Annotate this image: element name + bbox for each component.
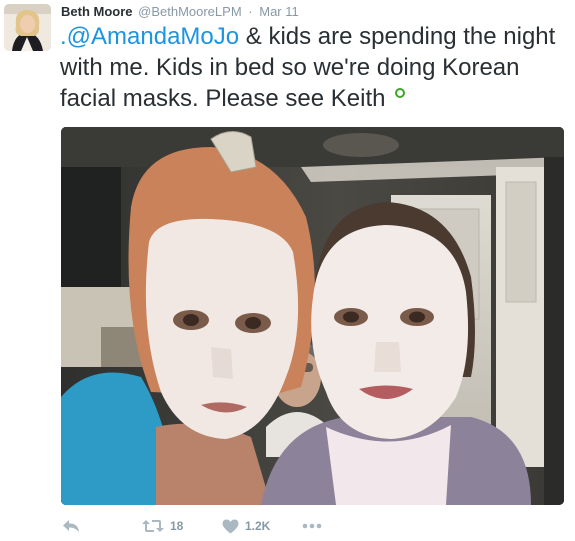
more-button[interactable] — [302, 516, 322, 536]
mention-link[interactable]: .@AmandaMoJo — [60, 23, 239, 50]
tweet-photo[interactable] — [61, 127, 564, 505]
author-display-name[interactable]: Beth Moore — [61, 4, 133, 19]
reply-button[interactable] — [62, 516, 80, 536]
avatar[interactable] — [4, 4, 51, 51]
tweet-header: Beth Moore @BethMooreLPM · Mar 11 — [61, 4, 299, 20]
retweet-button[interactable]: 18 — [142, 516, 183, 536]
tweet-timestamp[interactable]: Mar 11 — [259, 4, 299, 19]
tweet-text: .@AmandaMoJo & kids are spending the nig… — [60, 21, 560, 114]
heart-icon — [222, 519, 239, 533]
retweet-count: 18 — [170, 519, 184, 533]
tweet-actions: 18 1.2K — [62, 516, 362, 536]
header-separator: · — [248, 4, 253, 19]
reply-icon — [63, 520, 79, 532]
more-icon — [302, 523, 322, 529]
selfie-photo-illustration — [61, 127, 564, 505]
media-indicator-icon — [394, 88, 405, 98]
like-count: 1.2K — [245, 519, 271, 533]
author-handle[interactable]: @BethMooreLPM — [138, 4, 242, 19]
retweet-icon — [142, 520, 164, 532]
avatar-image — [4, 4, 51, 51]
like-button[interactable]: 1.2K — [222, 516, 270, 536]
